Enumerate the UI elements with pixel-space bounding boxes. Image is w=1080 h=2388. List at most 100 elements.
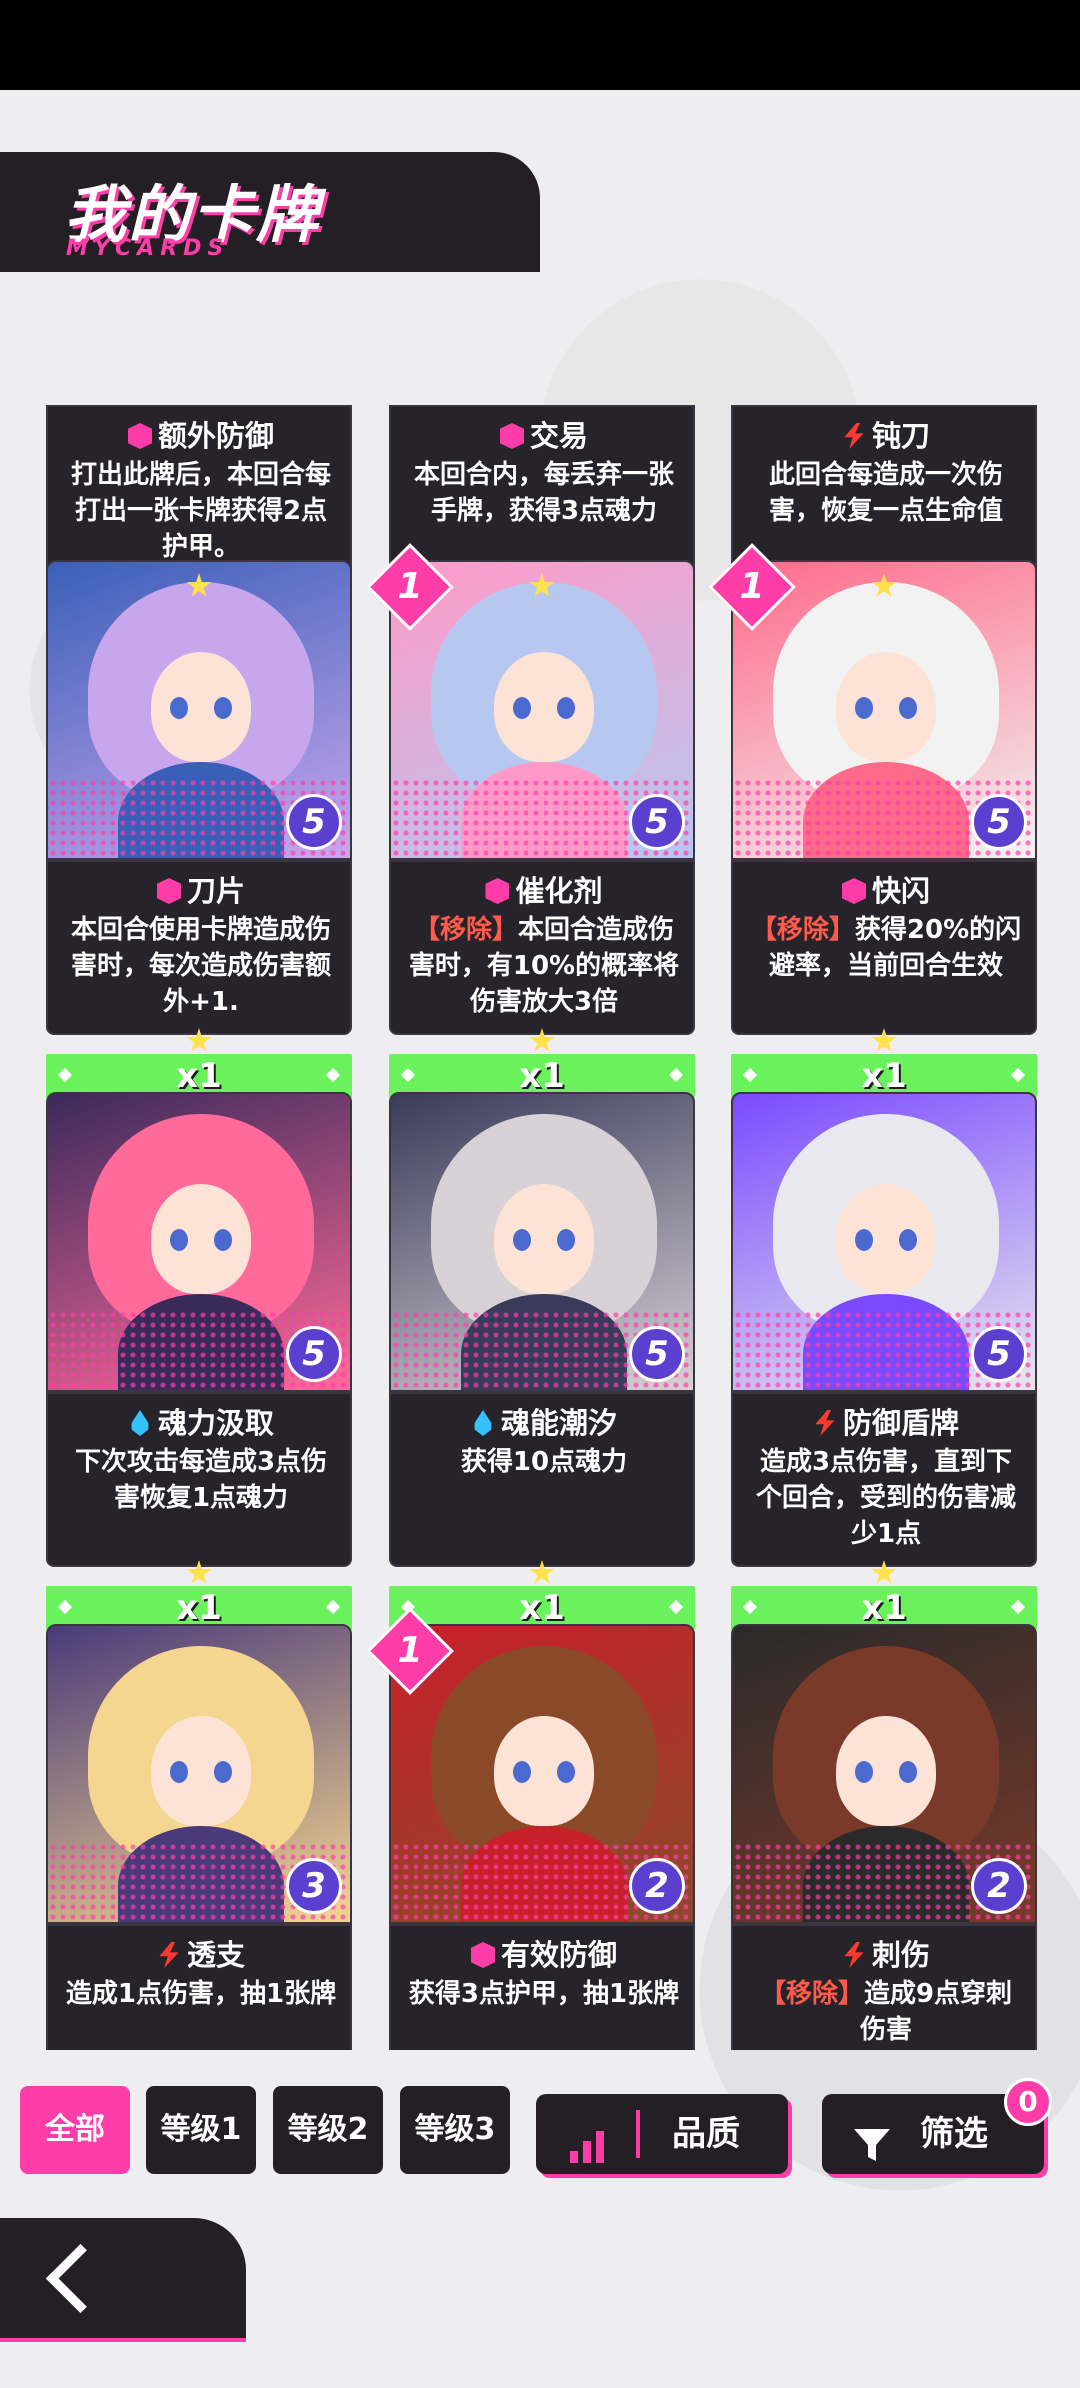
character-eye xyxy=(214,1761,232,1783)
card-item[interactable]: 3 透支 造成1点伤害，抽1张牌 xyxy=(46,1624,352,2050)
back-button[interactable] xyxy=(0,2218,246,2338)
card-item[interactable]: 5 刀片 本回合使用卡牌造成伤害时，每次造成伤害额外+1. x1 xyxy=(46,560,352,1100)
character-face xyxy=(151,652,251,762)
filter-level2-button[interactable]: 等级2 xyxy=(273,2086,383,2174)
card-description-text: 造成1点伤害，抽1张牌 xyxy=(65,1979,337,2009)
card-name: 魂能潮汐 xyxy=(391,1400,697,1442)
card-item[interactable]: 5 防御盾牌 造成3点伤害，直到下个回合，受到的伤害减少1点 x1 xyxy=(731,1092,1037,1632)
card-info-panel: 催化剂【移除】本回合造成伤害时，有10%的概率将伤害放大3倍 xyxy=(389,860,695,1035)
card-name-label: 催化剂 xyxy=(515,874,603,908)
card-info-panel: 快闪 【移除】获得20%的闪避率，当前回合生效 xyxy=(731,860,1037,1035)
card-name: 有效防御 xyxy=(391,1932,697,1974)
card-item[interactable]: 5 魂能潮汐 获得10点魂力 x1 xyxy=(389,1092,695,1632)
card-description-text: 此回合每造成一次伤害，恢复一点生命值 xyxy=(768,460,1003,526)
character-eye xyxy=(899,1761,917,1783)
card-cost-badge: 5 xyxy=(286,1326,342,1382)
card-name-label: 刀片 xyxy=(186,874,245,908)
card-item[interactable]: 2 1 有效防御 获得3点护甲，抽1张牌 xyxy=(366,1607,697,2050)
bolt-icon xyxy=(844,423,864,449)
character-eye xyxy=(513,1761,531,1783)
character-eye xyxy=(899,1229,917,1251)
divider xyxy=(636,2110,640,2158)
card-description: 获得10点魂力 xyxy=(405,1444,683,1480)
character-face xyxy=(836,1184,936,1294)
card-name: 钝刀 xyxy=(733,413,1039,455)
shield-icon xyxy=(485,878,510,904)
card-name: 催化剂 xyxy=(391,868,697,910)
filter-bar: 全部 等级1 等级2 等级3 品质 筛选 xyxy=(0,2086,1080,2182)
shield-icon xyxy=(499,423,524,449)
card-description-text: 本回合使用卡牌造成伤害时，每次造成伤害额外+1. xyxy=(70,915,331,1017)
filter-count-badge: 0 xyxy=(1004,2078,1052,2126)
character-eye xyxy=(170,697,188,719)
card-name-label: 透支 xyxy=(186,1938,245,1972)
card-item[interactable]: 5 1 催化剂 【移除】本回合造成伤害时，有10%的概率将伤害放大3倍 x1 xyxy=(366,543,695,1100)
card-info-panel: 交易 本回合内，每丢弃一张手牌，获得3点魂力 xyxy=(389,405,695,580)
filter-label: 筛选 xyxy=(920,2114,988,2154)
shield-icon xyxy=(127,423,152,449)
character-eye xyxy=(214,697,232,719)
character-eye xyxy=(899,697,917,719)
card-name-label: 魂力汲取 xyxy=(157,1406,274,1440)
card-info-panel: 钝刀此回合每造成一次伤害，恢复一点生命值 xyxy=(731,405,1037,580)
card-name-label: 魂能潮汐 xyxy=(500,1406,617,1440)
quality-label: 品质 xyxy=(672,2114,740,2154)
card-name: 防御盾牌 xyxy=(733,1400,1039,1442)
card-description: 下次攻击每造成3点伤害恢复1点魂力 xyxy=(62,1444,340,1516)
card-grid[interactable]: 额外防御打出此牌后，本回合每打出一张卡牌获得2点护甲。x2交易本回合内，每丢弃一… xyxy=(0,320,1080,2050)
card-name: 交易 xyxy=(391,413,697,455)
character-face xyxy=(151,1184,251,1294)
card-item[interactable]: 5 魂力汲取 下次攻击每造成3点伤害恢复1点魂力 x1 xyxy=(46,1092,352,1632)
card-name: 刺伤 xyxy=(733,1932,1039,1974)
card-item[interactable]: 5 1 快闪 【移除】获得20%的闪避率，当前回合生效 x1 xyxy=(708,543,1037,1100)
filter-level3-button[interactable]: 等级3 xyxy=(400,2086,510,2174)
card-cost-badge: 2 xyxy=(629,1858,685,1914)
card-info-panel: 透支造成1点伤害，抽1张牌 xyxy=(46,1924,352,2050)
character-eye xyxy=(557,1229,575,1251)
character-eye xyxy=(855,1761,873,1783)
card-description-text: 获得10点魂力 xyxy=(460,1447,628,1477)
card-level-label: 1 xyxy=(397,1630,423,1671)
card-name-label: 防御盾牌 xyxy=(842,1406,959,1440)
card-name: 额外防御 xyxy=(48,413,354,455)
filter-level1-button[interactable]: 等级1 xyxy=(146,2086,256,2174)
card-cost-badge: 2 xyxy=(971,1858,1027,1914)
character-eye xyxy=(170,1229,188,1251)
card-cost-badge: 5 xyxy=(971,1326,1027,1382)
card-info-panel: 额外防御 打出此牌后，本回合每打出一张卡牌获得2点护甲。 xyxy=(46,405,352,580)
character-eye xyxy=(214,1229,232,1251)
card-name: 魂力汲取 xyxy=(48,1400,354,1442)
card-level-label: 1 xyxy=(397,566,423,607)
card-description: 【移除】本回合造成伤害时，有10%的概率将伤害放大3倍 xyxy=(405,912,683,1020)
card-name: 透支 xyxy=(48,1932,354,1974)
card-item[interactable]: 2 刺伤 【移除】造成9点穿刺伤害 xyxy=(731,1624,1037,2050)
bolt-icon xyxy=(815,1410,835,1436)
card-description: 造成1点伤害，抽1张牌 xyxy=(62,1976,340,2012)
drop-icon xyxy=(474,1410,492,1436)
card-info-panel: 防御盾牌造成3点伤害，直到下个回合，受到的伤害减少1点 xyxy=(731,1392,1037,1567)
back-arrow-icon xyxy=(45,2243,116,2314)
card-description-text: 造成3点伤害，直到下个回合，受到的伤害减少1点 xyxy=(755,1447,1016,1549)
character-face xyxy=(494,1716,594,1826)
shield-icon xyxy=(841,878,866,904)
quality-sort-button[interactable]: 品质 xyxy=(536,2094,788,2174)
card-info-panel: 魂能潮汐获得10点魂力 xyxy=(389,1392,695,1567)
card-name-label: 额外防御 xyxy=(157,419,274,453)
card-name: 刀片 xyxy=(48,868,354,910)
card-description-text: 造成9点穿刺伤害 xyxy=(859,1979,1013,2045)
card-description: 【移除】获得20%的闪避率，当前回合生效 xyxy=(747,912,1025,984)
remove-tag: 【移除】 xyxy=(750,915,855,945)
remove-tag: 【移除】 xyxy=(759,1979,864,2009)
character-eye xyxy=(557,697,575,719)
card-description: 本回合内，每丢弃一张手牌，获得3点魂力 xyxy=(405,457,683,529)
card-name-label: 刺伤 xyxy=(871,1938,930,1972)
character-face xyxy=(836,652,936,762)
card-description: 此回合每造成一次伤害，恢复一点生命值 xyxy=(747,457,1025,529)
filter-all-button[interactable]: 全部 xyxy=(20,2086,130,2174)
card-name-label: 钝刀 xyxy=(871,419,930,453)
shield-icon xyxy=(156,878,181,904)
character-face xyxy=(836,1716,936,1826)
card-description: 【移除】造成9点穿刺伤害 xyxy=(747,1976,1025,2048)
remove-tag: 【移除】 xyxy=(413,915,518,945)
character-eye xyxy=(855,1229,873,1251)
